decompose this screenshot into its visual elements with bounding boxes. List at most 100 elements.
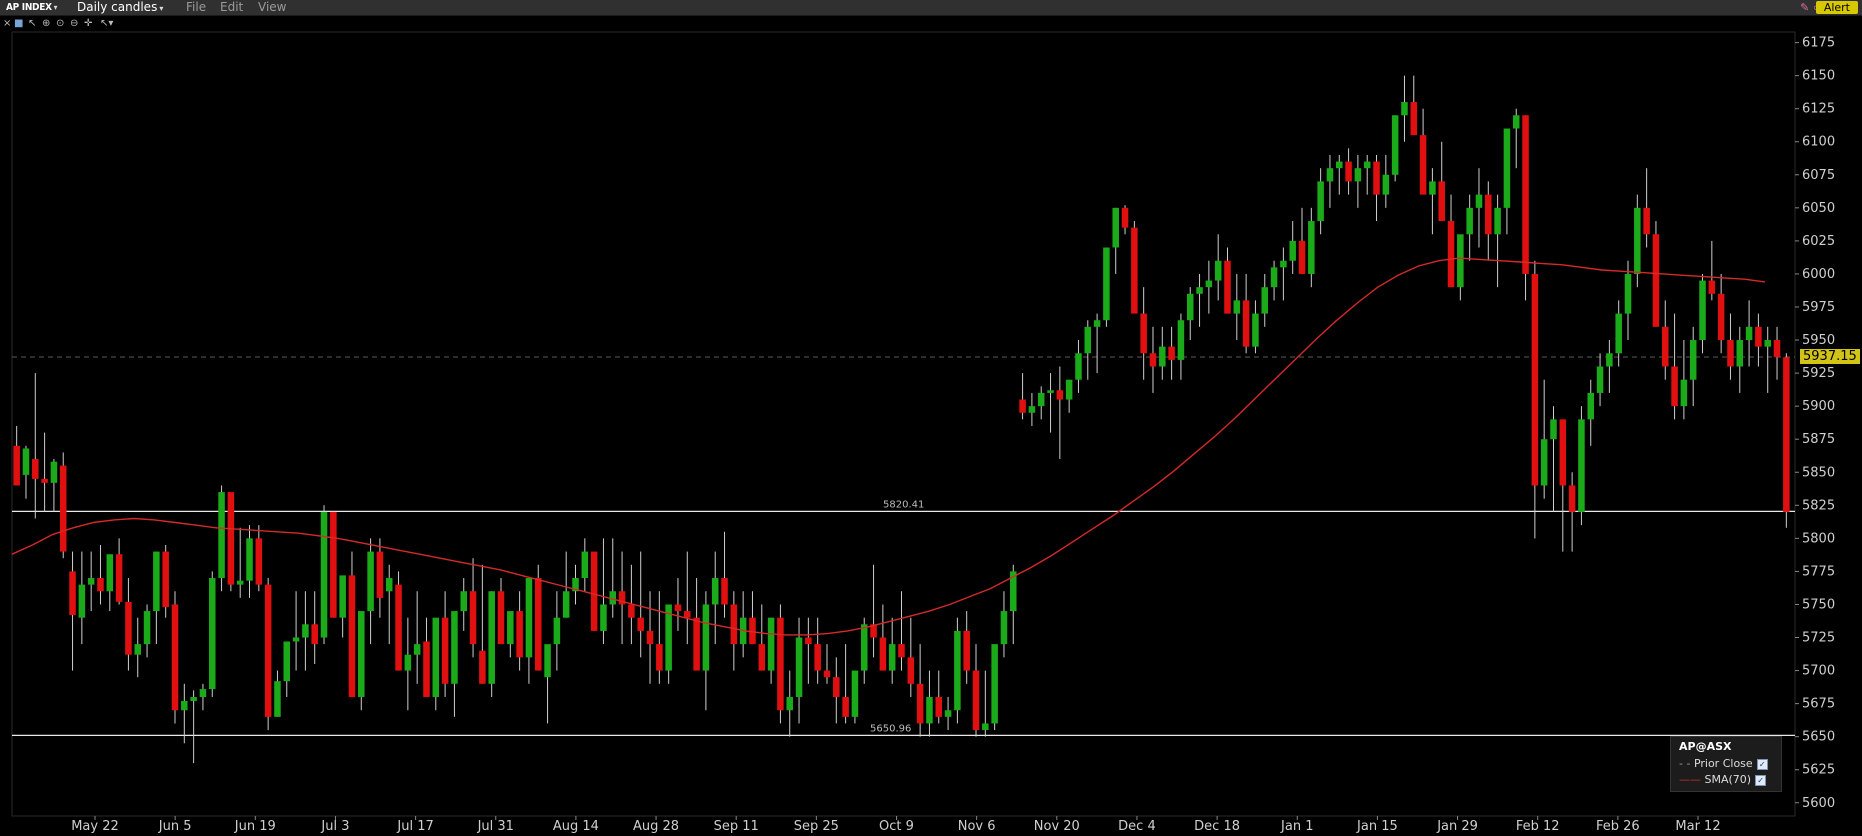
candle-up [553, 617, 561, 645]
alert-button[interactable]: Alert [1815, 1, 1858, 14]
candle-down [32, 459, 39, 479]
candle-up [199, 689, 207, 698]
candle-down [1224, 260, 1231, 314]
candle-down [97, 578, 104, 592]
candle-up [1745, 326, 1753, 341]
checkbox-icon[interactable]: ✓ [1756, 758, 1768, 770]
candle-down [1056, 390, 1064, 400]
chart-toolbar: × ■ ↖ ⊕ ⊙ ⊖ ✛ ↖▾ [0, 17, 170, 31]
zoom-icon[interactable]: ⊙ [56, 17, 64, 31]
price-chart[interactable]: 5600 5625 5650 5675 5700 5725 5750 5775 5800 5825… [0, 0, 1862, 836]
candle-up [218, 492, 225, 579]
y-tick-label: 5750 [1802, 597, 1835, 612]
draw-tools-icon[interactable]: ↖▾ [100, 17, 113, 31]
candle-down [227, 492, 235, 585]
candle-down [972, 670, 980, 731]
candle-up [1699, 280, 1706, 341]
candle-up [181, 700, 188, 711]
zoom-out-icon[interactable]: ⊖ [70, 17, 78, 31]
candle-up [1028, 406, 1036, 413]
candle-down [162, 551, 169, 608]
candle-down [721, 578, 728, 605]
y-tick-label: 6075 [1802, 168, 1835, 183]
candle-up [1252, 313, 1259, 347]
x-tick-label: Sep 11 [714, 819, 759, 834]
title-bar: AP INDEX ▾ Daily candles ▾ File Edit View … [0, 0, 1862, 16]
candle-up [1336, 161, 1343, 169]
close-icon[interactable]: × [3, 17, 11, 31]
candle-up [1457, 234, 1464, 288]
chevron-down-icon: ▾ [159, 4, 164, 13]
candle-down [628, 604, 635, 618]
candle-up [1606, 353, 1613, 367]
candle-down [777, 617, 784, 711]
candle-up [600, 604, 607, 631]
candle-up [134, 644, 142, 655]
candle-up [1494, 207, 1501, 235]
candle-down [1149, 353, 1157, 367]
pencil-icon[interactable]: ✎ [1800, 1, 1809, 14]
candle-down [833, 677, 840, 698]
legend-item-prior-close[interactable]: - - Prior Close ✓ [1679, 757, 1768, 771]
candle-up [236, 580, 244, 585]
candle-up [106, 554, 114, 592]
candle-down [534, 578, 542, 671]
save-icon[interactable]: ■ [14, 17, 23, 31]
candle-up [1084, 326, 1092, 354]
x-tick-label: Jan 29 [1436, 819, 1478, 834]
y-tick-label: 6125 [1802, 102, 1835, 117]
candle-down [637, 617, 644, 631]
y-tick-label: 5625 [1802, 763, 1835, 778]
candle-up [1317, 181, 1324, 222]
candle-down [823, 670, 831, 678]
candle-down [693, 617, 700, 671]
zoom-in-icon[interactable]: ⊕ [42, 17, 50, 31]
candle-up [1308, 221, 1315, 274]
y-tick-label: 5850 [1802, 465, 1835, 480]
x-tick-label: Jan 1 [1280, 819, 1313, 834]
candle-up [1289, 240, 1296, 261]
y-tick-label: 5950 [1802, 333, 1835, 348]
menu-view[interactable]: View [258, 0, 286, 15]
sma-70-line [11, 257, 1766, 636]
checkbox-icon[interactable]: ✓ [1755, 774, 1767, 786]
period-selector[interactable]: Daily candles ▾ [77, 0, 163, 15]
menu-file[interactable]: File [186, 0, 206, 15]
candle-up [339, 575, 346, 618]
crosshair-icon[interactable]: ✛ [84, 17, 92, 31]
candle-down [730, 604, 738, 645]
candle-down [516, 611, 523, 658]
candle-down [1531, 273, 1539, 486]
x-tick-label: Aug 14 [553, 819, 599, 834]
x-tick-label: May 22 [71, 819, 119, 834]
candle-down [255, 538, 263, 585]
candle-down [684, 611, 691, 618]
candle-down [1485, 194, 1492, 235]
candle-down [1522, 115, 1529, 274]
candle-down [963, 630, 970, 671]
candle-up [1382, 174, 1390, 195]
symbol-selector[interactable]: AP INDEX ▾ [6, 0, 57, 15]
candle-up [22, 448, 30, 475]
cursor-icon[interactable]: ↖ [28, 17, 36, 31]
candle-up [581, 551, 589, 579]
candle-up [283, 641, 291, 682]
candle-up [1065, 379, 1073, 400]
y-tick-label: 6050 [1802, 201, 1835, 216]
y-tick-label: 5725 [1802, 631, 1835, 646]
candle-down [395, 584, 402, 671]
y-tick-label: 6150 [1802, 69, 1835, 84]
candle-up [1503, 128, 1511, 208]
x-tick-label: Dec 4 [1118, 819, 1156, 834]
y-tick-label: 5800 [1802, 531, 1835, 546]
candle-down [13, 445, 20, 486]
candle-down [1717, 293, 1725, 341]
candle-up [292, 637, 300, 642]
candle-up [302, 624, 309, 638]
candle-up [1550, 419, 1557, 440]
menu-edit[interactable]: Edit [220, 0, 243, 15]
last-price-badge: 5937.15 [1800, 349, 1860, 364]
candle-down [590, 551, 598, 631]
legend-item-sma[interactable]: —— SMA(70) ✓ [1679, 773, 1767, 787]
x-tick-label: Nov 20 [1034, 819, 1080, 834]
